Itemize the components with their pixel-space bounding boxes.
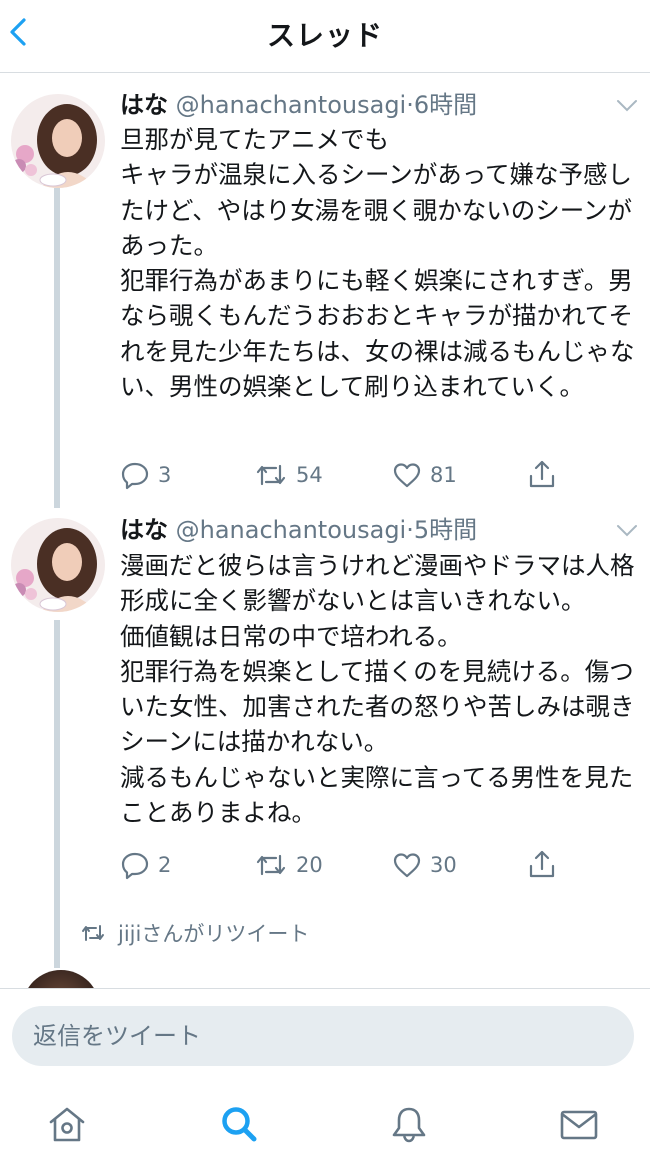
share-button[interactable]: [527, 458, 557, 490]
author-handle[interactable]: @hanachantousagi: [176, 516, 407, 544]
tweet-time: 6時間: [413, 91, 478, 119]
tweet-header: はな @hanachantousagi·5時間: [120, 515, 590, 545]
reply-button[interactable]: 2: [120, 849, 171, 881]
retweet-notice[interactable]: jijiさんがリツイート: [80, 918, 309, 948]
tab-messages[interactable]: [559, 1104, 599, 1144]
like-button[interactable]: 30: [392, 849, 457, 881]
retweet-icon: [82, 925, 104, 941]
retweet-icon: [256, 854, 286, 876]
meta-separator: ·: [406, 91, 414, 119]
heart-icon: [393, 853, 421, 878]
avatar[interactable]: [22, 970, 100, 990]
tweet-header: はな @hanachantousagi·6時間: [120, 90, 590, 120]
header: スレッド: [0, 0, 650, 73]
author-name[interactable]: はな: [120, 516, 168, 544]
chevron-down-icon[interactable]: [616, 523, 638, 537]
tab-bar: [0, 1078, 650, 1157]
retweet-count: 54: [296, 463, 323, 487]
heart-icon: [393, 463, 421, 488]
like-button[interactable]: 81: [392, 459, 457, 491]
author-handle[interactable]: @hanachantousagi: [176, 91, 407, 119]
page-title: スレッド: [266, 19, 383, 52]
home-icon: [49, 1107, 85, 1142]
tab-notifications[interactable]: [389, 1104, 429, 1144]
retweet-icon: [256, 464, 286, 486]
tab-search[interactable]: [219, 1104, 259, 1144]
share-button[interactable]: [527, 848, 557, 880]
notifications-icon: [392, 1107, 426, 1143]
reply-count: 2: [158, 853, 172, 877]
thread-line: [54, 620, 60, 968]
meta-separator: ·: [406, 516, 414, 544]
author-name[interactable]: はな: [120, 91, 168, 119]
reply-input[interactable]: 返信をツイート: [12, 1006, 634, 1066]
avatar[interactable]: [11, 518, 105, 612]
reply-count: 3: [158, 463, 172, 487]
avatar[interactable]: [11, 94, 105, 188]
tweet-text: 漫画だと彼らは言うけれど漫画やドラマは人格形成に全く影響がないとは言いきれない。…: [120, 551, 635, 828]
reply-icon: [121, 462, 149, 490]
retweet-button[interactable]: 54: [254, 459, 323, 491]
retweet-count: 20: [296, 853, 323, 877]
messages-icon: [560, 1110, 598, 1140]
thread-line: [54, 188, 60, 508]
search-icon: [222, 1107, 257, 1142]
tweet-time: 5時間: [413, 516, 478, 544]
share-icon: [529, 460, 555, 488]
chevron-down-icon[interactable]: [616, 98, 638, 112]
retweet-button[interactable]: 20: [254, 849, 323, 881]
like-count: 30: [430, 853, 457, 877]
like-count: 81: [430, 463, 457, 487]
tweet-text: 旦那が見てたアニメでも キャラが温泉に入るシーンがあって嫌な予感したけど、やはり…: [120, 125, 635, 402]
tab-home[interactable]: [47, 1104, 87, 1144]
reply-button[interactable]: 3: [120, 459, 171, 491]
reply-icon: [121, 852, 149, 880]
reply-composer: 返信をツイート: [0, 988, 650, 1079]
share-icon: [529, 850, 555, 878]
retweet-notice-text: jijiさんがリツイート: [118, 922, 310, 946]
